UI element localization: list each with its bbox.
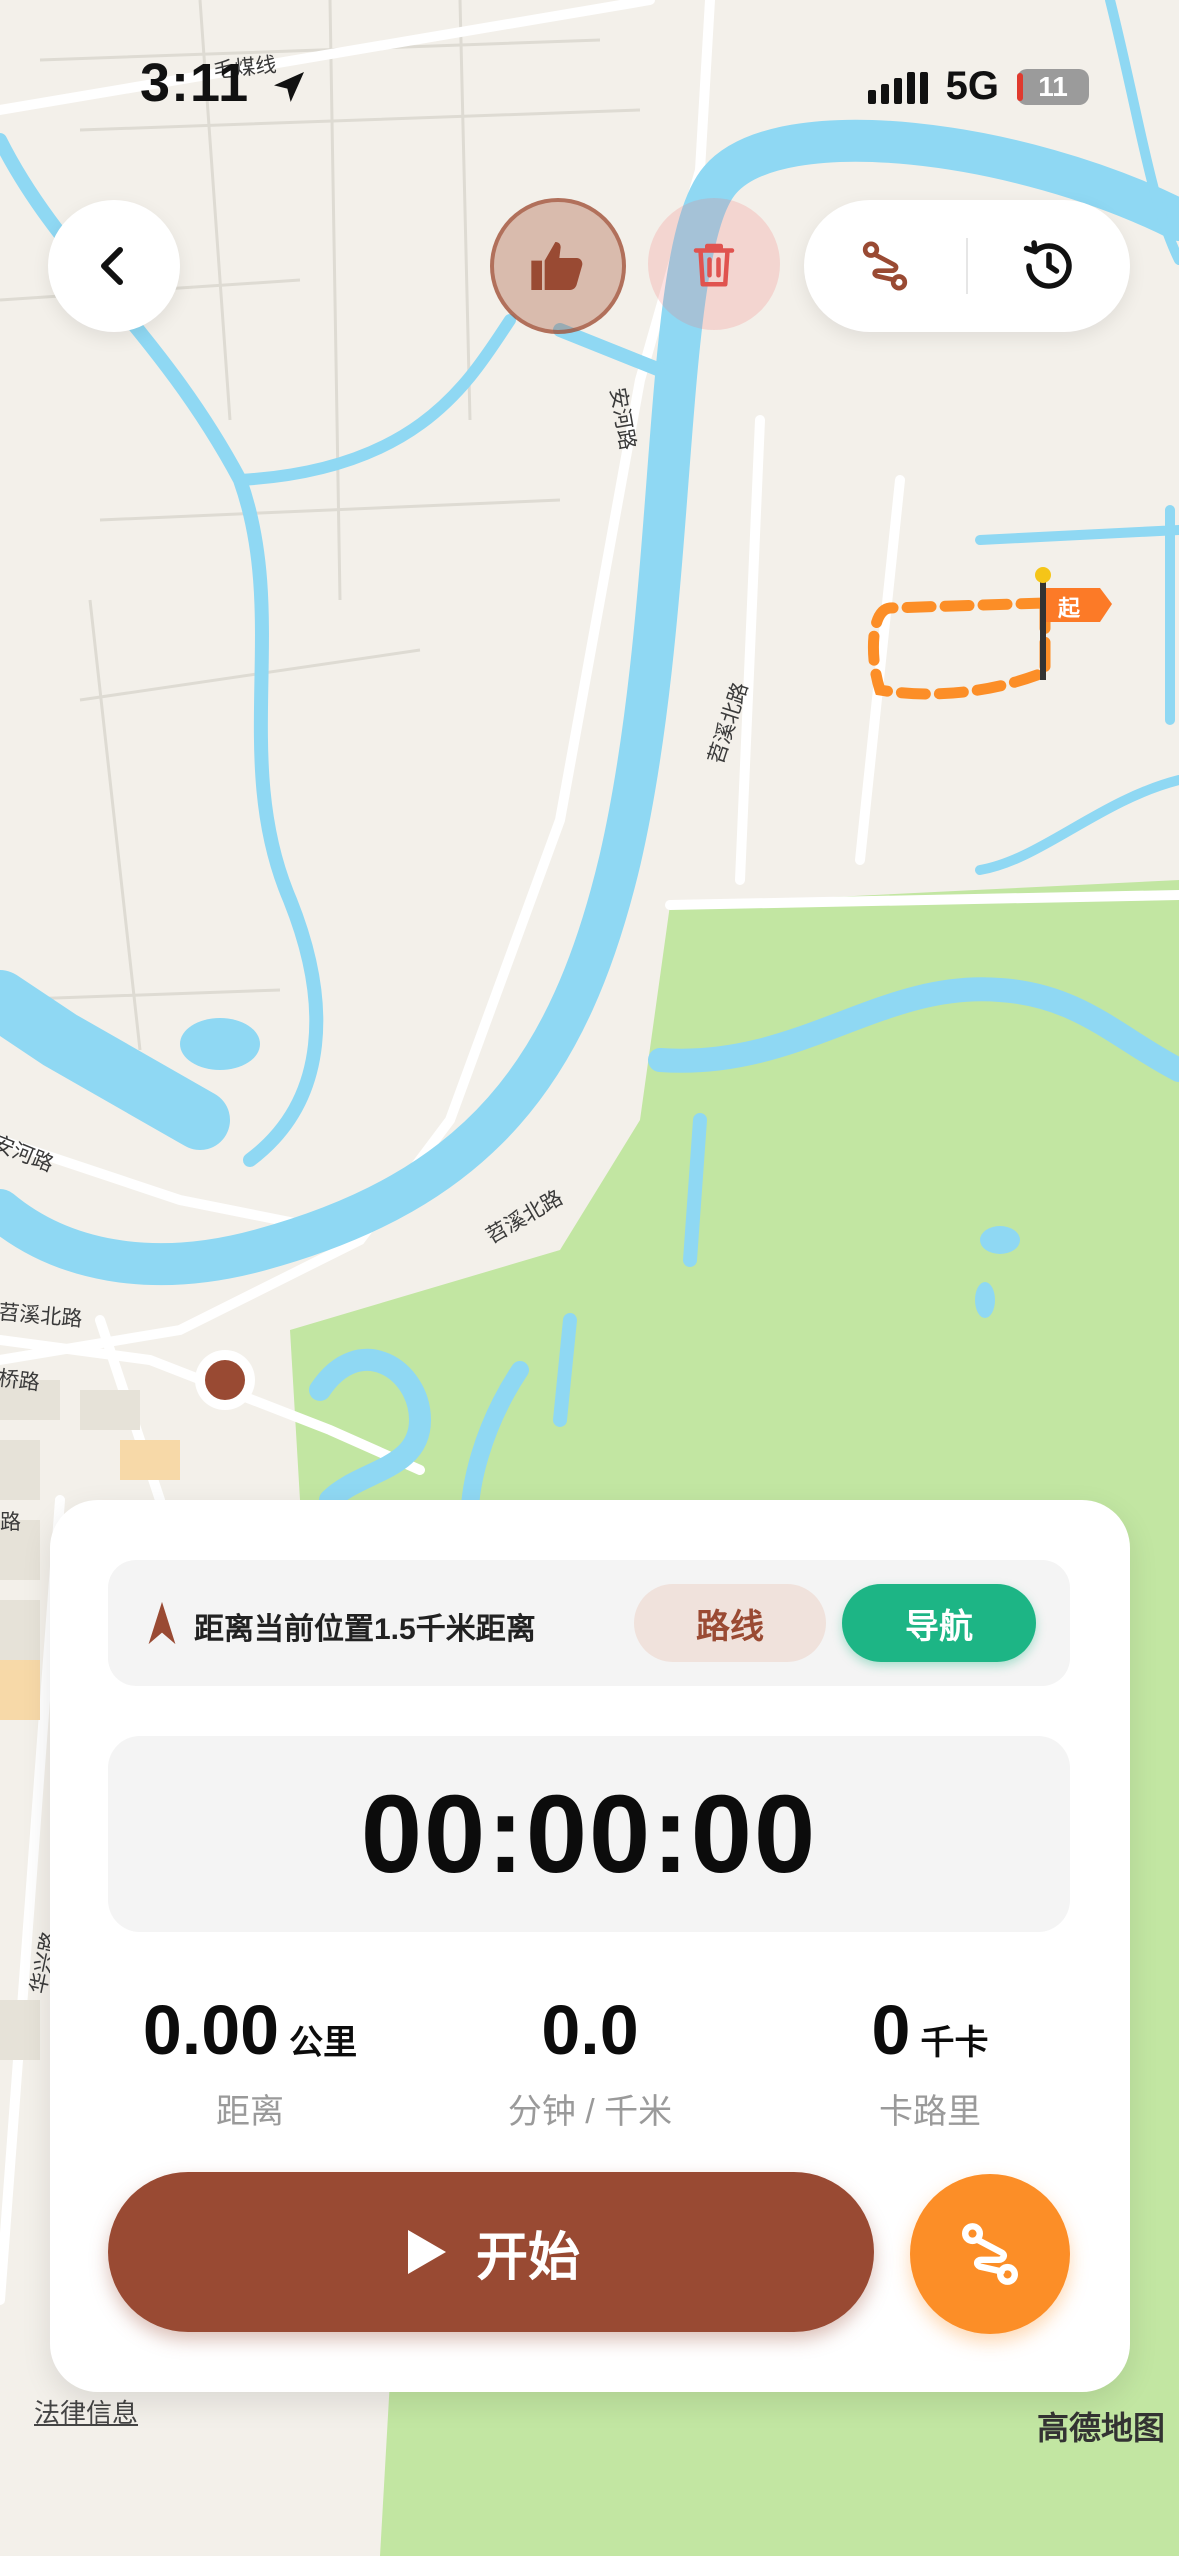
stat-distance: 0.00 公里 距离	[90, 1990, 410, 2133]
stat-unit: 千卡	[920, 2024, 989, 2062]
location-arrow-icon	[274, 71, 305, 102]
route-icon	[862, 241, 908, 291]
back-button[interactable]	[48, 200, 180, 332]
status-time: 3:11	[140, 52, 309, 114]
battery-level: 11	[1038, 70, 1068, 102]
thumbs-up-icon	[531, 242, 583, 290]
stat-label: 分钟 / 千米	[507, 2093, 673, 2131]
workout-panel: 距离当前位置1.5千米距离 路线 导航 00:00:00 0.00 公里 距离 0…	[50, 1500, 1130, 2392]
distance-info-text: 距离当前位置1.5千米距离	[194, 1613, 536, 1646]
map-tools	[804, 200, 1130, 332]
road-label: 桥路	[0, 1366, 42, 1395]
stat-calories: 0 千卡 卡路里	[770, 1990, 1090, 2133]
trash-icon	[693, 243, 735, 287]
route-button[interactable]: 路线	[634, 1584, 826, 1662]
legal-info-link[interactable]: 法律信息	[34, 2393, 138, 2430]
start-label: 开始	[475, 2228, 580, 2287]
stat-label: 卡路里	[879, 2093, 981, 2131]
stat-label: 距离	[216, 2093, 284, 2131]
history-icon	[1023, 240, 1072, 289]
network-type: 5G	[945, 64, 999, 108]
route-icon	[962, 2223, 1018, 2285]
route-fab-button[interactable]	[910, 2174, 1070, 2334]
stat-value: 0	[871, 1991, 911, 2069]
start-flag-label: 起	[1057, 597, 1081, 622]
road-label: 路	[0, 1511, 21, 1534]
play-icon	[407, 2230, 446, 2274]
status-indicators: 5G 11	[867, 64, 1089, 109]
stat-pace: 0.0 分钟 / 千米	[430, 1990, 750, 2133]
stat-value: 0.0	[541, 1991, 639, 2069]
history-button[interactable]	[968, 200, 1130, 332]
timer-box: 00:00:00	[108, 1736, 1070, 1932]
start-button[interactable]: 开始	[108, 2172, 874, 2332]
chevron-left-icon	[101, 247, 123, 285]
map-provider-logo: 高德地图	[1036, 2410, 1165, 2446]
route-toggle-button[interactable]	[804, 200, 966, 332]
navigate-button[interactable]: 导航	[842, 1584, 1036, 1662]
timer-display: 00:00:00	[360, 1772, 818, 1896]
battery-icon: 11	[1017, 68, 1089, 105]
like-button[interactable]	[490, 198, 626, 334]
stat-value: 0.00	[142, 1991, 280, 2069]
distance-info-row: 距离当前位置1.5千米距离 路线 导航	[108, 1560, 1070, 1686]
location-pin-icon	[148, 1601, 176, 1645]
delete-button[interactable]	[648, 198, 780, 330]
signal-icon	[867, 70, 928, 104]
stat-unit: 公里	[289, 2024, 358, 2062]
